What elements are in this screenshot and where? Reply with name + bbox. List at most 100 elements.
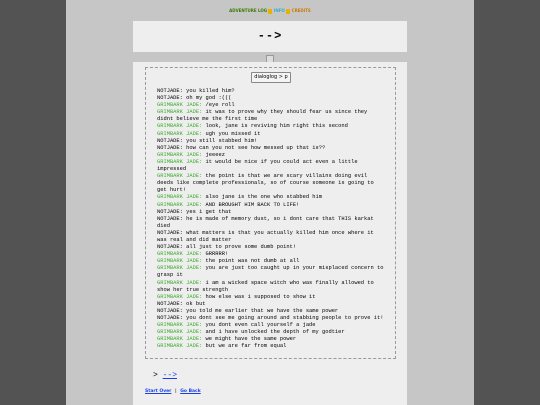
nav-divider-icon [268, 8, 273, 14]
go-back-link[interactable]: Go Back [180, 389, 200, 394]
log-speaker: NOTJADE: [157, 300, 183, 307]
log-line: GRIMBARK JADE: we might have the same po… [157, 336, 385, 343]
nav-divider-icon [286, 8, 291, 14]
log-line: GRIMBARK JADE: but we are far from equal [157, 343, 385, 350]
log-line: NOTJADE: oh my god :((( [157, 95, 385, 102]
log-line: NOTJADE: you killed him? [157, 88, 385, 95]
log-speaker: GRIMBARK JADE: [157, 329, 203, 336]
log-text: you still stabbed him! [182, 137, 258, 144]
log-line: NOTJADE: how can you not see how messed … [157, 145, 385, 152]
log-text: AND BROUGHT HIM BACK TO LIFE! [202, 201, 300, 208]
log-text: what matters is that you actually killed… [157, 229, 374, 243]
log-line: GRIMBARK JADE: the point is that we are … [157, 173, 385, 194]
log-text: jeeeez [202, 151, 225, 158]
log-speaker: GRIMBARK JADE: [157, 293, 203, 300]
log-line: NOTJADE: you dont see me going around an… [157, 315, 385, 322]
nav-info[interactable]: INFO [274, 8, 285, 13]
log-text: he is made of memory dust, so i dont car… [157, 215, 374, 229]
log-speaker: NOTJADE: [157, 244, 183, 251]
log-text: yes i get that [182, 208, 232, 215]
page-title-box: --> [133, 21, 407, 52]
bottom-nav-separator: | [174, 389, 177, 394]
log-text: ugh you missed it [202, 130, 261, 137]
dialog-log-toggle-button[interactable]: dialoglog > p [251, 72, 291, 83]
log-speaker: NOTJADE: [157, 215, 183, 222]
log-text: you dont even call yourself a jade [202, 322, 316, 329]
log-speaker: NOTJADE: [157, 88, 183, 94]
log-speaker: GRIMBARK JADE: [157, 109, 203, 116]
log-line: GRIMBARK JADE: it was to prove why they … [157, 109, 385, 123]
log-line: GRIMBARK JADE: also jane is the one who … [157, 194, 385, 201]
log-text: also jane is the one who stabbed him [202, 194, 322, 201]
log-text: GRRRRR! [202, 251, 229, 258]
log-speaker: GRIMBARK JADE: [157, 123, 203, 130]
log-speaker: NOTJADE: [157, 307, 183, 314]
log-line: GRIMBARK JADE: the point was not dumb at… [157, 258, 385, 265]
log-line: GRIMBARK JADE: ugh you missed it [157, 131, 385, 138]
log-text: how can you not see how messed up that i… [182, 144, 326, 151]
log-text: but we are far from equal [202, 343, 287, 350]
log-text: we might have the same power [202, 336, 297, 343]
log-speaker: NOTJADE: [157, 315, 183, 321]
log-text: /eye roll [202, 102, 235, 109]
nav-credits[interactable]: CREDITS [292, 8, 311, 13]
log-line: NOTJADE: you told me earlier that we hav… [157, 308, 385, 315]
start-over-link[interactable]: Start Over [145, 389, 171, 394]
log-speaker: GRIMBARK JADE: [157, 343, 203, 350]
log-speaker: NOTJADE: [157, 95, 183, 102]
log-speaker: GRIMBARK JADE: [157, 251, 203, 258]
log-text: all just to prove some dumb point! [182, 244, 297, 251]
nav-adventure-log[interactable]: ADVENTURE LOG [229, 8, 267, 13]
dialog-log: dialoglog > p NOTJADE: you killed him? NO… [145, 67, 396, 359]
bottom-nav: Start Over | Go Back [145, 389, 201, 394]
log-line: GRIMBARK JADE: you are just too caught u… [157, 265, 385, 279]
log-line: NOTJADE: yes i get that [157, 209, 385, 216]
log-line: GRIMBARK JADE: /eye roll [157, 102, 385, 109]
log-speaker: GRIMBARK JADE: [157, 102, 203, 109]
log-line: GRIMBARK JADE: GRRRRR! [157, 251, 385, 258]
log-text: look, jane is reviving him right this se… [202, 123, 348, 130]
log-speaker: GRIMBARK JADE: [157, 322, 203, 329]
log-speaker: GRIMBARK JADE: [157, 194, 203, 201]
next-arrow-prefix: > [153, 371, 158, 380]
log-line: NOTJADE: ok but [157, 301, 385, 308]
log-speaker: GRIMBARK JADE: [157, 130, 203, 137]
log-line: GRIMBARK JADE: you dont even call yourse… [157, 322, 385, 329]
log-text: oh my god :((( [182, 95, 232, 102]
top-nav: ADVENTURE LOG INFO CREDITS [66, 6, 474, 15]
log-line: GRIMBARK JADE: look, jane is reviving hi… [157, 123, 385, 130]
log-speaker: NOTJADE: [157, 229, 183, 236]
log-speaker: GRIMBARK JADE: [157, 201, 203, 208]
log-line: GRIMBARK JADE: it would be nice if you c… [157, 159, 385, 173]
content-panel: dialoglog > p NOTJADE: you killed him? NO… [133, 62, 407, 405]
log-line: NOTJADE: what matters is that you actual… [157, 230, 385, 244]
log-speaker: GRIMBARK JADE: [157, 173, 203, 180]
log-line: GRIMBARK JADE: and i have unlocked the d… [157, 329, 385, 336]
page-column: ADVENTURE LOG INFO CREDITS --> dialoglog… [66, 0, 474, 405]
log-line: NOTJADE: all just to prove some dumb poi… [157, 244, 385, 251]
log-line: NOTJADE: you still stabbed him! [157, 138, 385, 145]
log-speaker: GRIMBARK JADE: [157, 151, 203, 158]
dialog-log-lines: NOTJADE: you killed him? NOTJADE: oh my g… [157, 88, 385, 350]
log-line: GRIMBARK JADE: AND BROUGHT HIM BACK TO L… [157, 202, 385, 209]
log-speaker: NOTJADE: [157, 137, 183, 144]
log-speaker: GRIMBARK JADE: [157, 336, 203, 343]
log-text: the point was not dumb at all [202, 258, 300, 265]
log-line: GRIMBARK JADE: jeeeez [157, 152, 385, 159]
log-speaker: GRIMBARK JADE: [157, 279, 203, 286]
log-speaker: NOTJADE: [157, 144, 183, 151]
log-line: GRIMBARK JADE: i am a wicked space witch… [157, 280, 385, 294]
log-speaker: GRIMBARK JADE: [157, 158, 203, 165]
log-line: GRIMBARK JADE: how else was i supposed t… [157, 294, 385, 301]
log-speaker: NOTJADE: [157, 208, 183, 215]
log-text: you dont see me going around and stabbin… [182, 315, 384, 321]
log-text: and i have unlocked the depth of my godt… [202, 329, 345, 336]
log-speaker: GRIMBARK JADE: [157, 265, 203, 272]
log-text: ok but [182, 300, 206, 307]
page-title: --> [257, 29, 283, 43]
log-text: you killed him? [182, 88, 235, 94]
log-line: NOTJADE: he is made of memory dust, so i… [157, 216, 385, 230]
log-speaker: GRIMBARK JADE: [157, 258, 203, 265]
log-text: how else was i supposed to show it [202, 293, 316, 300]
next-page-link[interactable]: --> [163, 371, 177, 380]
